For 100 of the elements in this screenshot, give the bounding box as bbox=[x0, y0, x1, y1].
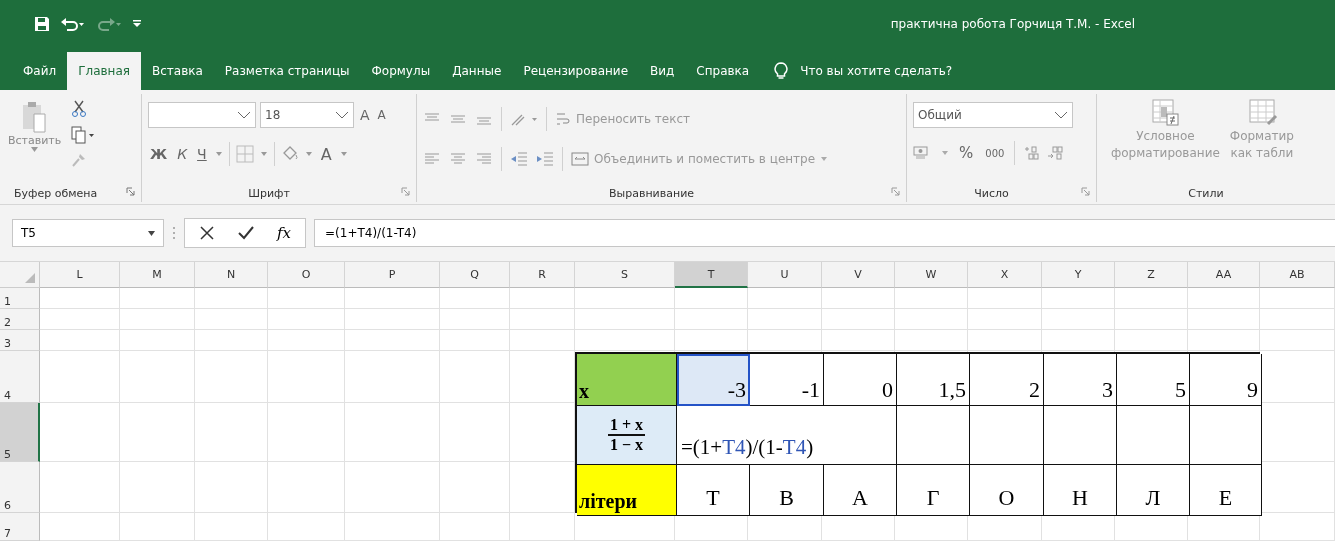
table-cell: Л bbox=[1117, 465, 1190, 516]
table-cell: Н bbox=[1044, 465, 1117, 516]
save-icon[interactable] bbox=[34, 16, 50, 32]
column-header[interactable]: S bbox=[575, 262, 675, 288]
name-box[interactable]: T5 bbox=[12, 219, 164, 247]
decrease-font-button[interactable]: A bbox=[375, 108, 388, 122]
group-label: Стили bbox=[1187, 187, 1225, 200]
column-header[interactable]: W bbox=[895, 262, 968, 288]
italic-button[interactable]: К bbox=[175, 146, 190, 162]
align-center-icon[interactable] bbox=[449, 152, 467, 166]
ribbon-tab[interactable]: Справка bbox=[685, 52, 761, 90]
table-cell: 1 + x 1 − x bbox=[577, 406, 677, 465]
row-header[interactable]: 1 bbox=[0, 288, 40, 309]
column-header[interactable]: U bbox=[748, 262, 822, 288]
increase-font-button[interactable]: A bbox=[358, 107, 372, 123]
merge-cells-icon bbox=[571, 151, 589, 167]
dialog-launcher-icon[interactable] bbox=[401, 187, 410, 196]
format-painter-icon[interactable] bbox=[71, 152, 88, 168]
column-header[interactable]: AA bbox=[1188, 262, 1260, 288]
table-cell: В bbox=[750, 465, 824, 516]
dialog-launcher-icon[interactable] bbox=[1081, 187, 1090, 196]
search-field[interactable]: Что вы хотите сделать? bbox=[798, 63, 1003, 79]
percent-button[interactable]: % bbox=[957, 144, 976, 162]
insert-function-button[interactable]: fx bbox=[277, 224, 291, 242]
column-header[interactable]: X bbox=[968, 262, 1042, 288]
thousands-button[interactable]: 000 bbox=[983, 147, 1007, 159]
table-cell: 5 bbox=[1117, 354, 1190, 406]
ribbon-tab[interactable]: Рецензирование bbox=[512, 52, 639, 90]
dialog-launcher-icon[interactable] bbox=[891, 187, 900, 196]
align-middle-icon[interactable] bbox=[449, 112, 467, 126]
ribbon-tab[interactable]: Вставка bbox=[141, 52, 214, 90]
formula-field[interactable]: =(1+T4)/(1-T4) bbox=[314, 219, 1335, 247]
select-all-icon[interactable] bbox=[25, 273, 35, 283]
wrap-text-icon bbox=[555, 111, 571, 127]
copy-icon[interactable] bbox=[71, 126, 96, 144]
caret-icon[interactable] bbox=[304, 151, 313, 157]
column-header[interactable]: N bbox=[195, 262, 268, 288]
bold-button[interactable]: Ж bbox=[148, 146, 170, 162]
column-header[interactable]: T bbox=[675, 262, 748, 288]
column-header[interactable]: AB bbox=[1260, 262, 1335, 288]
ribbon-tab[interactable]: Данные bbox=[441, 52, 513, 90]
dialog-launcher-icon[interactable] bbox=[126, 187, 135, 196]
font-color-button[interactable]: A bbox=[318, 144, 334, 164]
column-header[interactable]: Y bbox=[1042, 262, 1115, 288]
caret-icon[interactable] bbox=[259, 151, 268, 157]
dropdown-icon bbox=[1054, 111, 1068, 119]
font-size-field[interactable]: 18 bbox=[260, 102, 354, 128]
column-header[interactable]: Q bbox=[440, 262, 510, 288]
column-header[interactable]: L bbox=[40, 262, 120, 288]
ribbon-tab[interactable]: Главная bbox=[67, 52, 141, 90]
table-cell: Т bbox=[677, 465, 750, 516]
caret-icon[interactable] bbox=[339, 151, 348, 157]
row-header[interactable]: 4 bbox=[0, 351, 40, 403]
decrease-indent-icon[interactable] bbox=[510, 151, 528, 167]
caret-icon bbox=[31, 147, 39, 152]
row-header[interactable]: 2 bbox=[0, 309, 40, 330]
ribbon-tab[interactable]: Вид bbox=[639, 52, 686, 90]
row-header[interactable]: 6 bbox=[0, 462, 40, 513]
grip-icon bbox=[172, 226, 176, 240]
table-cell: -1 bbox=[750, 354, 824, 406]
align-left-icon[interactable] bbox=[423, 152, 441, 166]
column-header[interactable]: O bbox=[268, 262, 345, 288]
cell-editor[interactable]: =(1+T4)/(1-T4) bbox=[677, 406, 897, 465]
ribbon-tab[interactable]: Файл bbox=[12, 52, 68, 90]
column-header[interactable]: M bbox=[120, 262, 195, 288]
lightbulb-icon bbox=[774, 62, 789, 80]
decrease-decimal-icon[interactable] bbox=[1047, 145, 1064, 161]
borders-icon[interactable] bbox=[235, 145, 254, 163]
caret-icon[interactable] bbox=[941, 150, 949, 156]
align-right-icon[interactable] bbox=[475, 152, 493, 166]
row-header[interactable]: 3 bbox=[0, 330, 40, 351]
table-cell: x bbox=[577, 354, 677, 406]
row-header[interactable]: 5 bbox=[0, 403, 40, 462]
number-format-field[interactable]: Общий bbox=[913, 102, 1073, 128]
caret-icon[interactable] bbox=[214, 151, 223, 157]
underline-button[interactable]: Ч bbox=[195, 146, 209, 162]
column-header[interactable]: V bbox=[822, 262, 895, 288]
font-name-field[interactable] bbox=[148, 102, 256, 128]
enter-icon[interactable] bbox=[237, 225, 255, 241]
dropdown-icon bbox=[148, 230, 155, 236]
ribbon-tab[interactable]: Формулы bbox=[360, 52, 442, 90]
table-cell: 0 bbox=[824, 354, 897, 406]
customize-icon[interactable] bbox=[132, 19, 142, 29]
table-cell: А bbox=[824, 465, 897, 516]
column-header[interactable]: Z bbox=[1115, 262, 1188, 288]
undo-icon[interactable] bbox=[60, 16, 86, 32]
window-title: практична робота Горчиця Т.М. - Excel bbox=[890, 17, 1135, 31]
table-cell: Е bbox=[1190, 465, 1262, 516]
increase-decimal-icon[interactable] bbox=[1023, 145, 1040, 161]
cancel-icon[interactable] bbox=[199, 225, 215, 241]
increase-indent-icon[interactable] bbox=[536, 151, 554, 167]
group-label: Буфер обмена bbox=[13, 187, 99, 200]
column-header[interactable]: R bbox=[510, 262, 575, 288]
table-cell bbox=[1190, 406, 1262, 465]
group-label: Шрифт bbox=[247, 187, 291, 200]
table-cell: -3 bbox=[677, 354, 750, 406]
cut-icon[interactable] bbox=[71, 100, 88, 118]
column-header[interactable]: P bbox=[345, 262, 440, 288]
ribbon-tab[interactable]: Разметка страницы bbox=[213, 52, 361, 90]
row-header[interactable]: 7 bbox=[0, 513, 40, 541]
